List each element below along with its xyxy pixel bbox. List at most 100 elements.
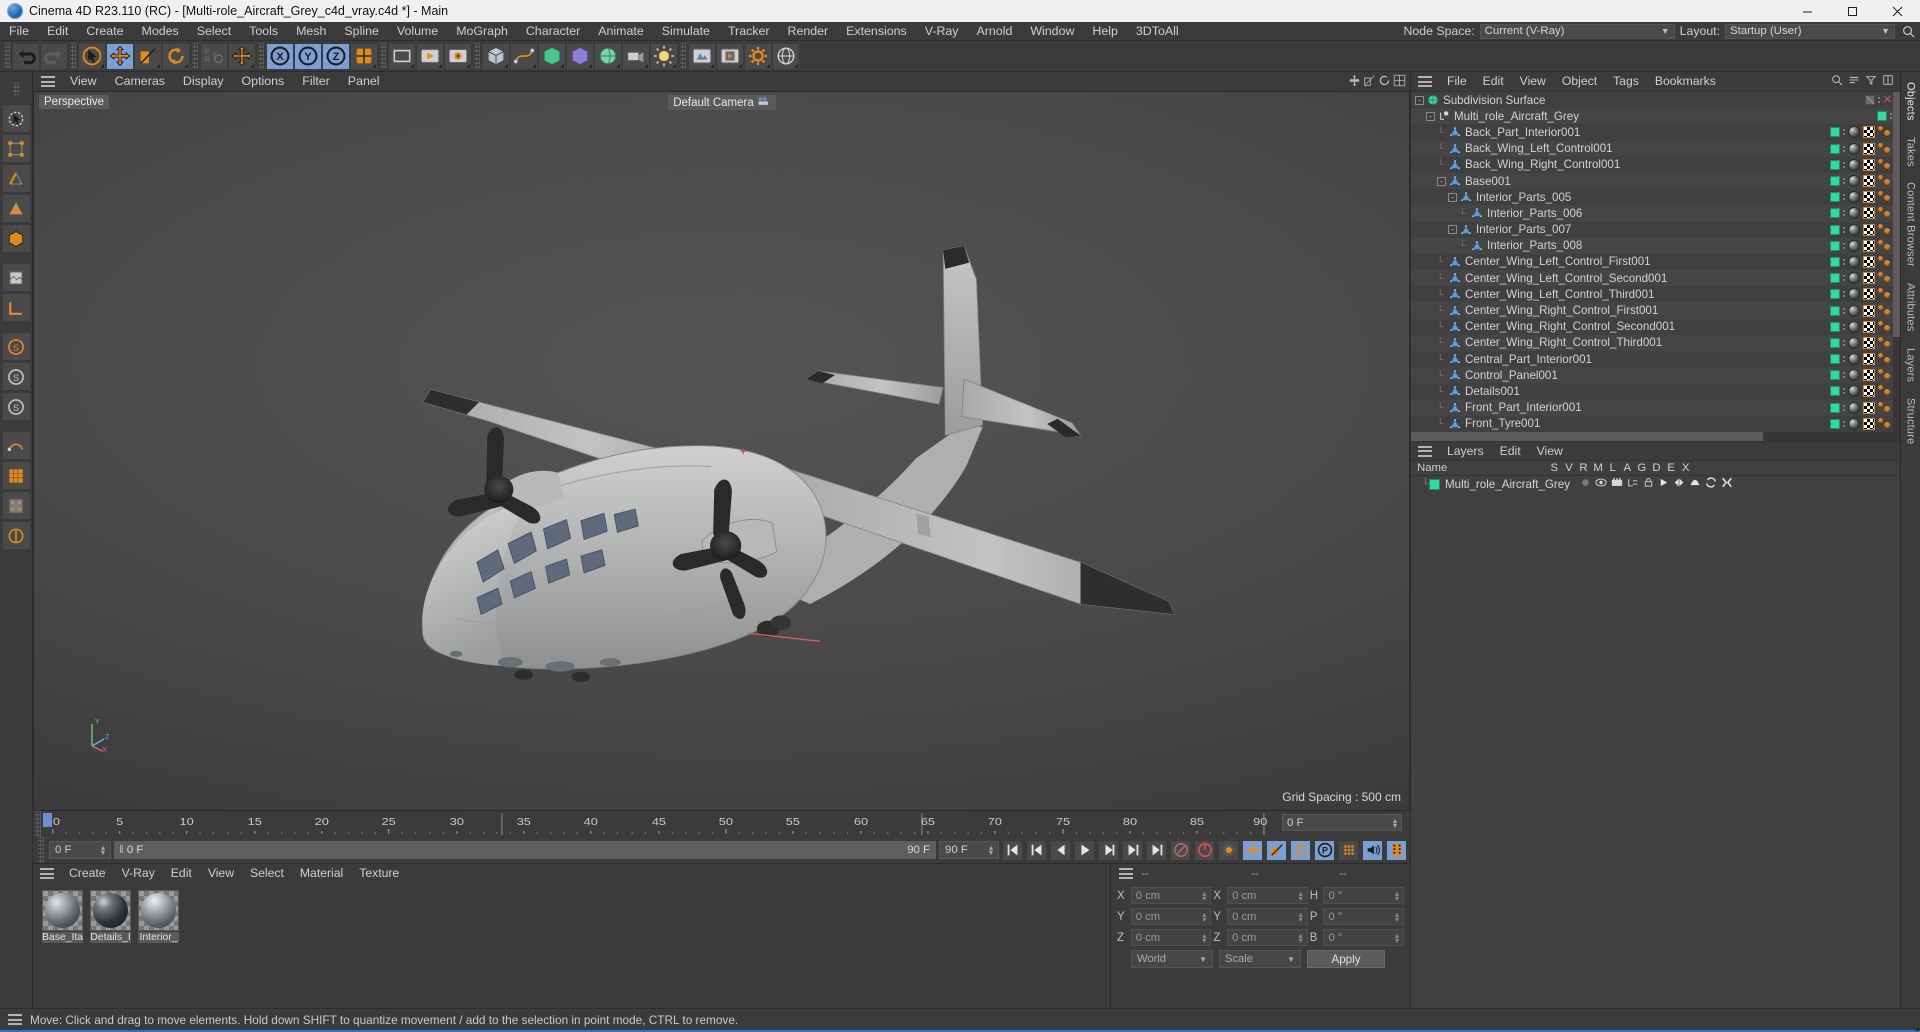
visibility-dots[interactable] [1843, 226, 1845, 233]
visibility-chip[interactable] [1877, 111, 1887, 122]
snap-enable-button[interactable]: S [1, 332, 31, 361]
menu-character[interactable]: Character [517, 22, 589, 41]
vray-web-button[interactable] [772, 42, 800, 70]
material-item[interactable]: Base_Ital [42, 890, 83, 1008]
menu-window[interactable]: Window [1021, 22, 1083, 41]
material-tag[interactable] [1848, 385, 1860, 398]
menu-mesh[interactable]: Mesh [287, 22, 335, 41]
live-selection-tool-button[interactable] [1, 104, 31, 133]
object-row[interactable]: └ Interior_Parts_008 [1411, 237, 1900, 254]
layers-menu-layers[interactable]: Layers [1439, 442, 1492, 461]
layout-dropdown[interactable]: Startup (User) ▼ [1725, 23, 1895, 39]
size-x-field[interactable]: 0 cm ▴ ▾ [1227, 887, 1308, 904]
material-tag[interactable] [1848, 353, 1860, 366]
menu-edit[interactable]: Edit [38, 22, 77, 41]
parameter-key-button[interactable]: P [1314, 839, 1335, 861]
keyframe-settings-button[interactable] [1218, 839, 1239, 861]
visibility-chip[interactable] [1830, 337, 1840, 348]
visibility-dots[interactable] [1877, 97, 1880, 104]
visibility-dots[interactable] [1843, 194, 1845, 201]
selection-tag[interactable] [1878, 353, 1892, 365]
timeline-frame-field[interactable]: 0 F ▴ ▾ [1282, 814, 1402, 831]
layer-solo-icon[interactable] [1580, 477, 1591, 491]
object-menu-object[interactable]: Object [1554, 72, 1605, 91]
viewport-menu-filter[interactable]: Filter [293, 72, 339, 91]
layer-color-swatch[interactable] [1429, 478, 1440, 490]
sound-button[interactable] [1362, 839, 1383, 861]
vray-render-button[interactable] [716, 42, 744, 70]
uv-tag[interactable] [1863, 239, 1875, 252]
close-button[interactable] [1875, 0, 1920, 22]
object-tree-scroll-thumb[interactable] [1893, 92, 1900, 337]
spinner-icon[interactable]: ▴ ▾ [1202, 889, 1206, 902]
object-filter-icon[interactable] [1865, 74, 1877, 89]
viewport-menu-cameras[interactable]: Cameras [106, 72, 174, 91]
visibility-chip[interactable] [1830, 224, 1840, 235]
selection-tag[interactable] [1878, 304, 1892, 317]
coordinate-system-dropdown[interactable]: World ▼ [1131, 950, 1213, 968]
play-button[interactable] [1074, 839, 1095, 861]
object-row[interactable]: └ Center_Wing_Right_Control_First001 [1411, 302, 1900, 319]
material-menu-texture[interactable]: Texture [351, 864, 407, 883]
material-tag[interactable] [1848, 191, 1860, 204]
visibility-chip[interactable] [1830, 256, 1840, 267]
expander-toggle[interactable]: - [1437, 176, 1446, 186]
visibility-dots[interactable] [1843, 372, 1845, 379]
go-to-next-key-button[interactable] [1122, 839, 1143, 861]
selection-tag[interactable] [1878, 207, 1892, 219]
visibility-dots[interactable] [1843, 129, 1845, 136]
coordinate-mode-dropdown[interactable]: Scale ▼ [1219, 950, 1301, 968]
menu-animate[interactable]: Animate [589, 22, 652, 41]
uv-tag[interactable] [1863, 369, 1875, 382]
material-hamburger-icon[interactable] [40, 868, 54, 879]
visibility-chip[interactable] [1830, 289, 1840, 300]
visibility-chip[interactable] [1830, 273, 1840, 284]
layers-menu-view[interactable]: View [1529, 442, 1571, 461]
uv-tag[interactable] [1863, 175, 1875, 188]
object-row[interactable]: - Interior_Parts_007 [1411, 222, 1900, 238]
layer-generator-icon[interactable] [1673, 477, 1685, 491]
rail-tab-content-browser[interactable]: Content Browser [1903, 176, 1919, 273]
visibility-dots[interactable] [1843, 420, 1845, 427]
visibility-dots[interactable] [1843, 307, 1845, 314]
add-light-button[interactable] [650, 42, 678, 70]
material-tag[interactable] [1848, 304, 1860, 317]
add-deformer-button[interactable] [566, 42, 594, 70]
selection-tag[interactable] [1878, 369, 1892, 381]
position-y-field[interactable]: 0 cm ▴ ▾ [1130, 908, 1212, 925]
material-tag[interactable] [1848, 417, 1860, 430]
uv-tag[interactable] [1863, 288, 1875, 301]
go-to-start-button[interactable] [1002, 839, 1023, 861]
expander-toggle[interactable]: - [1415, 95, 1424, 105]
polygon-mode-button[interactable] [1, 194, 31, 223]
status-hamburger-icon[interactable] [8, 1014, 22, 1025]
timeline-filmstrip-button[interactable] [1386, 839, 1407, 861]
object-row[interactable]: └ Control_Panel001 [1411, 367, 1900, 384]
selection-tag[interactable] [1878, 142, 1892, 155]
expander-toggle[interactable]: - [1426, 111, 1435, 121]
rotation-p-field[interactable]: 0 ° ▴ ▾ [1323, 908, 1405, 925]
material-tag[interactable] [1848, 142, 1860, 155]
layer-animation-icon[interactable] [1658, 477, 1669, 491]
object-menu-file[interactable]: File [1439, 72, 1475, 91]
spinner-icon[interactable]: ▴ ▾ [1299, 931, 1303, 944]
spinner-icon[interactable]: ▴ ▾ [1299, 889, 1303, 902]
layers-manager[interactable]: Name S V R M L A G D E X └ Multi_role_Ai… [1411, 460, 1900, 1008]
uv-tag[interactable] [1863, 223, 1875, 236]
menu-arnold[interactable]: Arnold [968, 22, 1022, 41]
selection-tag[interactable] [1878, 158, 1892, 171]
material-tag[interactable] [1848, 158, 1860, 171]
add-camera-button[interactable] [622, 42, 650, 70]
material-tag[interactable] [1848, 207, 1860, 220]
selection-tag[interactable] [1878, 223, 1892, 236]
visibility-dots[interactable] [1843, 323, 1845, 330]
size-y-field[interactable]: 0 cm ▴ ▾ [1227, 908, 1308, 925]
visibility-dots[interactable] [1843, 339, 1845, 346]
rail-tab-attributes[interactable]: Attributes [1903, 277, 1919, 337]
material-tag[interactable] [1848, 272, 1860, 285]
layer-manager-icon[interactable] [1627, 477, 1639, 491]
uv-tag[interactable] [1863, 320, 1875, 333]
spinner-icon[interactable]: ▴ ▾ [1393, 816, 1397, 829]
toolbar-grip[interactable] [258, 43, 264, 69]
axis-z-button[interactable]: Z [322, 42, 350, 70]
